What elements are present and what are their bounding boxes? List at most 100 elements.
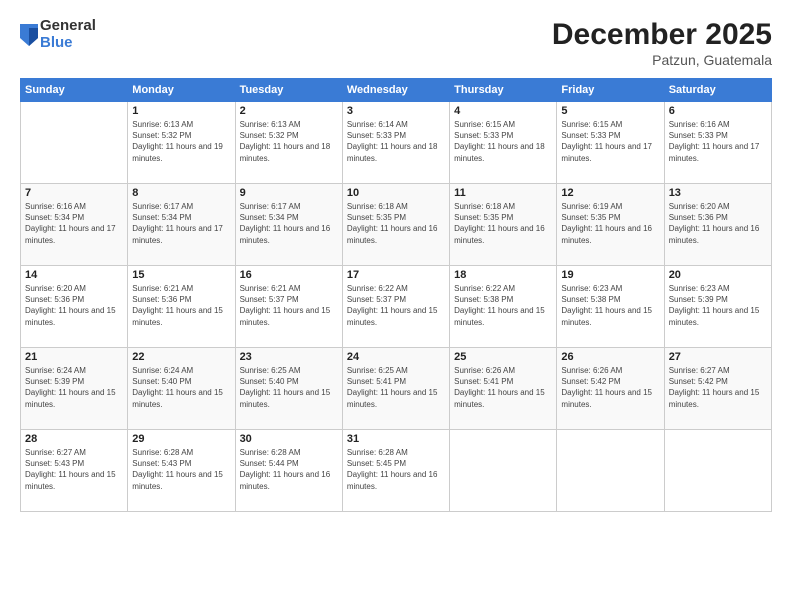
day-info: Sunrise: 6:24 AM Sunset: 5:40 PM Dayligh… xyxy=(132,365,230,410)
day-info: Sunrise: 6:17 AM Sunset: 5:34 PM Dayligh… xyxy=(240,201,338,246)
calendar-cell: 12 Sunrise: 6:19 AM Sunset: 5:35 PM Dayli… xyxy=(557,184,664,266)
calendar-cell xyxy=(557,430,664,512)
day-number: 17 xyxy=(347,269,445,281)
day-number: 2 xyxy=(240,105,338,117)
day-info: Sunrise: 6:28 AM Sunset: 5:44 PM Dayligh… xyxy=(240,447,338,492)
day-number: 23 xyxy=(240,351,338,363)
day-info: Sunrise: 6:14 AM Sunset: 5:33 PM Dayligh… xyxy=(347,119,445,164)
calendar-cell: 5Sunrise: 6:15 AM Sunset: 5:33 PM Daylig… xyxy=(557,102,664,184)
day-info: Sunrise: 6:16 AM Sunset: 5:34 PM Dayligh… xyxy=(25,201,123,246)
calendar-cell: 19Sunrise: 6:23 AM Sunset: 5:38 PM Dayli… xyxy=(557,266,664,348)
day-number: 22 xyxy=(132,351,230,363)
day-number: 12 xyxy=(561,187,659,199)
calendar-cell xyxy=(21,102,128,184)
calendar-cell: 15 Sunrise: 6:21 AM Sunset: 5:36 PM Dayli… xyxy=(128,266,235,348)
day-number: 28 xyxy=(25,433,123,445)
day-number: 13 xyxy=(669,187,767,199)
day-info: Sunrise: 6:22 AM Sunset: 5:37 PM Dayligh… xyxy=(347,283,445,328)
day-info: Sunrise: 6:16 AM Sunset: 5:33 PM Dayligh… xyxy=(669,119,767,164)
day-info: Sunrise: 6:13 AM Sunset: 5:32 PM Dayligh… xyxy=(132,119,230,164)
logo-general: General xyxy=(40,18,96,35)
day-number: 30 xyxy=(240,433,338,445)
calendar-cell: 10Sunrise: 6:18 AM Sunset: 5:35 PM Dayli… xyxy=(342,184,449,266)
calendar-table: SundayMondayTuesdayWednesdayThursdayFrid… xyxy=(20,78,772,512)
calendar-cell: 24 Sunrise: 6:25 AM Sunset: 5:41 PM Dayli… xyxy=(342,348,449,430)
calendar-cell: 3Sunrise: 6:14 AM Sunset: 5:33 PM Daylig… xyxy=(342,102,449,184)
day-number: 19 xyxy=(561,269,659,281)
day-info: Sunrise: 6:17 AM Sunset: 5:34 PM Dayligh… xyxy=(132,201,230,246)
calendar-cell: 28 Sunrise: 6:27 AM Sunset: 5:43 PM Dayli… xyxy=(21,430,128,512)
day-info: Sunrise: 6:28 AM Sunset: 5:45 PM Dayligh… xyxy=(347,447,445,492)
day-info: Sunrise: 6:25 AM Sunset: 5:40 PM Dayligh… xyxy=(240,365,338,410)
weekday-header-monday: Monday xyxy=(128,79,235,102)
calendar-week-row: 14Sunrise: 6:20 AM Sunset: 5:36 PM Dayli… xyxy=(21,266,772,348)
weekday-header-tuesday: Tuesday xyxy=(235,79,342,102)
day-info: Sunrise: 6:27 AM Sunset: 5:42 PM Dayligh… xyxy=(669,365,767,410)
day-number: 6 xyxy=(669,105,767,117)
calendar-cell: 20 Sunrise: 6:23 AM Sunset: 5:39 PM Dayli… xyxy=(664,266,771,348)
day-info: Sunrise: 6:26 AM Sunset: 5:41 PM Dayligh… xyxy=(454,365,552,410)
day-info: Sunrise: 6:21 AM Sunset: 5:37 PM Dayligh… xyxy=(240,283,338,328)
calendar-cell: 25Sunrise: 6:26 AM Sunset: 5:41 PM Dayli… xyxy=(450,348,557,430)
day-number: 31 xyxy=(347,433,445,445)
day-number: 18 xyxy=(454,269,552,281)
logo-blue: Blue xyxy=(40,35,96,52)
day-number: 7 xyxy=(25,187,123,199)
day-info: Sunrise: 6:27 AM Sunset: 5:43 PM Dayligh… xyxy=(25,447,123,492)
calendar-cell: 11 Sunrise: 6:18 AM Sunset: 5:35 PM Dayli… xyxy=(450,184,557,266)
calendar-page: General Blue December 2025 Patzun, Guate… xyxy=(0,0,792,612)
calendar-cell: 7 Sunrise: 6:16 AM Sunset: 5:34 PM Daylig… xyxy=(21,184,128,266)
day-number: 10 xyxy=(347,187,445,199)
title-block: December 2025 Patzun, Guatemala xyxy=(552,18,772,68)
calendar-cell: 4Sunrise: 6:15 AM Sunset: 5:33 PM Daylig… xyxy=(450,102,557,184)
logo: General Blue xyxy=(20,18,96,51)
calendar-cell: 27 Sunrise: 6:27 AM Sunset: 5:42 PM Dayli… xyxy=(664,348,771,430)
day-info: Sunrise: 6:23 AM Sunset: 5:39 PM Dayligh… xyxy=(669,283,767,328)
calendar-body: 1 Sunrise: 6:13 AM Sunset: 5:32 PM Daylig… xyxy=(21,102,772,512)
day-number: 21 xyxy=(25,351,123,363)
calendar-cell: 22 Sunrise: 6:24 AM Sunset: 5:40 PM Dayli… xyxy=(128,348,235,430)
calendar-week-row: 1 Sunrise: 6:13 AM Sunset: 5:32 PM Daylig… xyxy=(21,102,772,184)
day-info: Sunrise: 6:15 AM Sunset: 5:33 PM Dayligh… xyxy=(561,119,659,164)
day-number: 26 xyxy=(561,351,659,363)
day-number: 8 xyxy=(132,187,230,199)
calendar-cell: 9 Sunrise: 6:17 AM Sunset: 5:34 PM Daylig… xyxy=(235,184,342,266)
day-info: Sunrise: 6:20 AM Sunset: 5:36 PM Dayligh… xyxy=(669,201,767,246)
calendar-cell: 13 Sunrise: 6:20 AM Sunset: 5:36 PM Dayli… xyxy=(664,184,771,266)
calendar-cell: 21 Sunrise: 6:24 AM Sunset: 5:39 PM Dayli… xyxy=(21,348,128,430)
day-number: 27 xyxy=(669,351,767,363)
calendar-cell: 30 Sunrise: 6:28 AM Sunset: 5:44 PM Dayli… xyxy=(235,430,342,512)
day-number: 15 xyxy=(132,269,230,281)
calendar-cell: 17 Sunrise: 6:22 AM Sunset: 5:37 PM Dayli… xyxy=(342,266,449,348)
day-info: Sunrise: 6:22 AM Sunset: 5:38 PM Dayligh… xyxy=(454,283,552,328)
day-number: 24 xyxy=(347,351,445,363)
day-number: 1 xyxy=(132,105,230,117)
calendar-cell: 6 Sunrise: 6:16 AM Sunset: 5:33 PM Daylig… xyxy=(664,102,771,184)
day-info: Sunrise: 6:19 AM Sunset: 5:35 PM Dayligh… xyxy=(561,201,659,246)
calendar-cell xyxy=(450,430,557,512)
calendar-cell: 1 Sunrise: 6:13 AM Sunset: 5:32 PM Daylig… xyxy=(128,102,235,184)
day-number: 20 xyxy=(669,269,767,281)
day-info: Sunrise: 6:15 AM Sunset: 5:33 PM Dayligh… xyxy=(454,119,552,164)
day-number: 9 xyxy=(240,187,338,199)
calendar-cell: 23 Sunrise: 6:25 AM Sunset: 5:40 PM Dayli… xyxy=(235,348,342,430)
weekday-header-friday: Friday xyxy=(557,79,664,102)
logo-text: General Blue xyxy=(40,18,96,51)
day-number: 14 xyxy=(25,269,123,281)
day-number: 16 xyxy=(240,269,338,281)
day-number: 29 xyxy=(132,433,230,445)
calendar-cell xyxy=(664,430,771,512)
calendar-cell: 31 Sunrise: 6:28 AM Sunset: 5:45 PM Dayli… xyxy=(342,430,449,512)
day-info: Sunrise: 6:21 AM Sunset: 5:36 PM Dayligh… xyxy=(132,283,230,328)
weekday-header-wednesday: Wednesday xyxy=(342,79,449,102)
day-info: Sunrise: 6:25 AM Sunset: 5:41 PM Dayligh… xyxy=(347,365,445,410)
calendar-week-row: 28 Sunrise: 6:27 AM Sunset: 5:43 PM Dayli… xyxy=(21,430,772,512)
day-info: Sunrise: 6:24 AM Sunset: 5:39 PM Dayligh… xyxy=(25,365,123,410)
calendar-cell: 18 Sunrise: 6:22 AM Sunset: 5:38 PM Dayli… xyxy=(450,266,557,348)
day-info: Sunrise: 6:18 AM Sunset: 5:35 PM Dayligh… xyxy=(454,201,552,246)
day-number: 11 xyxy=(454,187,552,199)
weekday-header-row: SundayMondayTuesdayWednesdayThursdayFrid… xyxy=(21,79,772,102)
calendar-cell: 8 Sunrise: 6:17 AM Sunset: 5:34 PM Daylig… xyxy=(128,184,235,266)
weekday-header-saturday: Saturday xyxy=(664,79,771,102)
calendar-cell: 16 Sunrise: 6:21 AM Sunset: 5:37 PM Dayli… xyxy=(235,266,342,348)
